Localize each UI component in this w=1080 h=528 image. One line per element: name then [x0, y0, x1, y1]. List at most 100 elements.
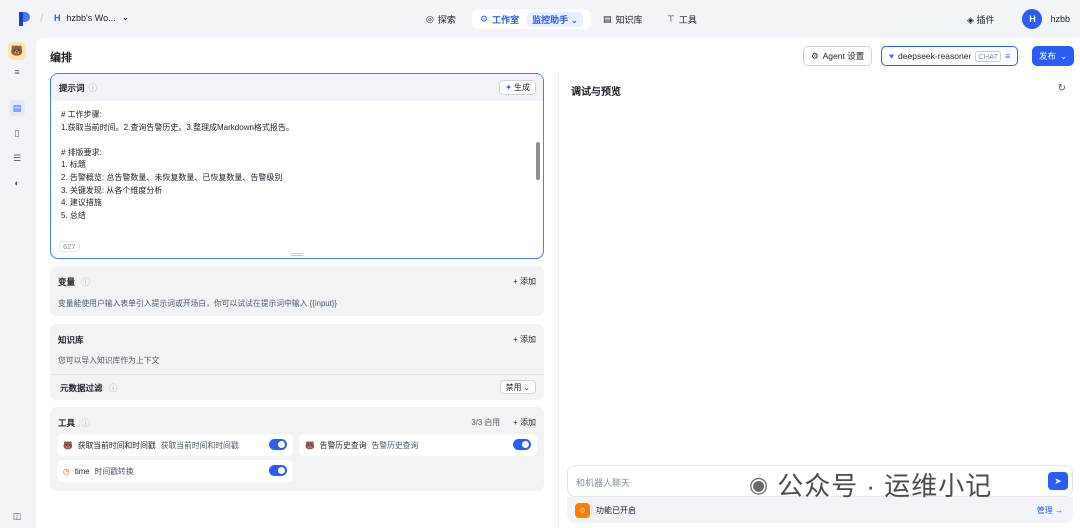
chevron-down-icon: ⌄	[121, 12, 130, 22]
tool-card[interactable]: ◷ time 时间戳转换	[57, 460, 293, 482]
scrollbar[interactable]	[536, 142, 540, 180]
feature-icon: ☺	[575, 502, 590, 518]
workspace-name: hzbb's Wo...	[66, 12, 116, 23]
generate-button[interactable]: ✦ 生成	[499, 80, 536, 95]
prompt-line: 1. 标题	[61, 160, 86, 170]
knowledge-description: 您可以导入知识库作为上下文	[58, 356, 160, 365]
prompt-line: 2. 告警概览: 总告警数量、未恢复数量、已恢复数量、告警级别	[61, 172, 283, 182]
add-tool-button[interactable]: + 添加	[513, 417, 536, 428]
resize-handle[interactable]	[291, 253, 303, 256]
sparkle-icon: ✦	[505, 83, 512, 92]
metadata-filter-value: 禁用	[505, 382, 522, 392]
tool-desc: 获取当前时间和时间戳	[160, 440, 239, 450]
workspace-switcher[interactable]: H hzbb's Wo... ⌄	[54, 12, 129, 23]
debug-title: 调试与预览	[571, 87, 621, 98]
send-icon: ➤	[1054, 475, 1062, 486]
tool-toggle[interactable]	[269, 439, 287, 450]
orchestrate-icon[interactable]: ▤	[9, 100, 25, 116]
variables-title: 变量 ⓘ	[58, 276, 90, 288]
variables-section: 变量 ⓘ + 添加 变量能使用户输入表单引入提示词或开场白，你可以试试在提示词中…	[50, 266, 544, 316]
tool-name: 获取当前时间和时间戳	[77, 440, 156, 450]
tools-count: 3/3 启用	[471, 418, 500, 427]
left-rail: 🐻 ≡ ▤ ▯ ☰ ◐ ◫	[0, 38, 34, 528]
refresh-icon[interactable]: ↻	[1058, 83, 1066, 94]
hammer-icon: ⊤	[667, 13, 675, 24]
user-area: ◈ 插件 H hzbb	[967, 9, 1070, 29]
tool-card[interactable]: 🐻 告警历史查询 告警历史查询	[299, 434, 537, 456]
app-icon: 🐻	[8, 42, 26, 60]
current-app-name: 监控助手	[532, 14, 569, 25]
user-name[interactable]: hzbb	[1050, 14, 1070, 24]
nav-explore-label: 探索	[437, 14, 456, 25]
metadata-filter-select[interactable]: 禁用 ⌄	[499, 380, 536, 394]
nav-knowledge-label: 知识库	[615, 14, 643, 25]
settings-sliders-icon[interactable]: ≡	[9, 64, 25, 80]
prompt-line: 3. 关键发现: 从各个维度分析	[61, 185, 163, 195]
bear-icon: 🐻	[63, 440, 73, 450]
tool-toggle[interactable]	[513, 439, 531, 450]
compass-icon: ◎	[426, 13, 434, 24]
monitor-icon[interactable]: ◐	[9, 175, 25, 191]
agent-settings-label: Agent 设置	[822, 51, 865, 61]
info-icon: ⓘ	[88, 82, 98, 93]
nav-studio[interactable]: ⚙ 工作室 监控助手 ⌄	[472, 9, 592, 29]
debug-panel: 调试与预览 ↻ 和机器人聊天 ➤ ☺ 功能已开启 管理 → ◉ 公众号 · 运维…	[558, 73, 1080, 528]
whale-icon: ♥	[889, 51, 895, 61]
book-icon: ▤	[603, 13, 612, 24]
divider	[50, 374, 544, 375]
chat-placeholder: 和机器人聊天	[576, 478, 631, 488]
prompt-label: 提示词	[59, 82, 85, 93]
avatar[interactable]: H	[1022, 9, 1043, 29]
tool-desc: 时间戳转换	[94, 466, 134, 476]
model-selector[interactable]: ♥ deepseek-reasoner CHAT ≡	[881, 46, 1019, 66]
agent-settings-button[interactable]: ⚙ Agent 设置	[803, 46, 873, 66]
nav-knowledge[interactable]: ▤ 知识库	[603, 9, 643, 29]
tools-section: 工具 ⓘ 3/3 启用 + 添加 🐻 获取当前时间和时间戳 获取当前时间和时间戳…	[50, 407, 544, 491]
generate-label: 生成	[514, 83, 530, 92]
nav-tools-label: 工具	[678, 14, 697, 25]
sidebar-toggle-icon[interactable]: ◫	[9, 508, 25, 524]
metadata-filter-label: 元数据过滤	[60, 383, 103, 393]
logs-icon[interactable]: ☰	[9, 150, 25, 166]
top-bar: / H hzbb's Wo... ⌄ ◎ 探索 ⚙ 工作室 监控助手 ⌄ ▤ 知…	[0, 0, 1080, 38]
knowledge-section: 知识库 + 添加 您可以导入知识库作为上下文 元数据过滤 ⓘ 禁用 ⌄	[50, 324, 544, 400]
info-icon: ⓘ	[108, 383, 118, 393]
prompt-editor[interactable]: 提示词 ⓘ ✦ 生成 # 工作步骤: 1.获取当前时间。2.查询告警历史。3.整…	[50, 73, 544, 259]
metadata-filter-title: 元数据过滤 ⓘ	[60, 382, 117, 394]
workspace-initial: H	[54, 12, 61, 23]
publish-button[interactable]: 发布 ⌄	[1032, 46, 1075, 66]
terminal-icon[interactable]: ▯	[9, 125, 25, 141]
prompt-line: 4. 建议措施	[61, 198, 102, 208]
tool-desc: 告警历史查询	[371, 440, 419, 450]
current-app-pill[interactable]: 监控助手 ⌄	[527, 11, 584, 27]
prompt-line: 1.获取当前时间。2.查询告警历史。3.整理成Markdown格式报告。	[61, 122, 294, 132]
prompt-line: # 排版要求:	[61, 147, 102, 157]
watermark-text: 公众号 · 运维小记	[777, 471, 993, 501]
manage-link[interactable]: 管理 →	[1037, 505, 1063, 516]
nav-tools[interactable]: ⊤ 工具	[667, 9, 697, 29]
nav-studio-label: 工作室	[492, 14, 520, 25]
prompt-line: # 工作步骤:	[61, 110, 102, 119]
robot-icon: ⚙	[480, 13, 489, 24]
prompt-line	[61, 134, 533, 147]
gear-icon: ⚙	[811, 50, 819, 61]
tools-label: 工具	[58, 418, 76, 428]
knowledge-title: 知识库	[58, 335, 84, 345]
tool-name: 告警历史查询	[319, 440, 367, 450]
clock-icon: ◷	[63, 466, 70, 476]
tool-toggle[interactable]	[269, 465, 287, 476]
main-panel: 编排 ⚙ Agent 设置 ♥ deepseek-reasoner CHAT ≡…	[36, 38, 1080, 528]
add-variable-button[interactable]: + 添加	[513, 276, 536, 287]
plugins-button[interactable]: ◈ 插件	[967, 13, 994, 26]
model-name: deepseek-reasoner	[898, 51, 972, 61]
tool-card[interactable]: 🐻 获取当前时间和时间戳 获取当前时间和时间戳	[57, 434, 293, 456]
prompt-header: 提示词 ⓘ ✦ 生成	[51, 74, 543, 101]
info-icon: ⓘ	[81, 418, 90, 428]
prompt-text[interactable]: # 工作步骤: 1.获取当前时间。2.查询告警历史。3.整理成Markdown格…	[51, 101, 543, 222]
send-button[interactable]: ➤	[1048, 472, 1068, 490]
separator: /	[40, 11, 44, 25]
add-knowledge-button[interactable]: + 添加	[513, 334, 536, 345]
dify-logo[interactable]	[18, 11, 30, 27]
variables-description: 变量能使用户输入表单引入提示词或开场白，你可以试试在提示词中输入 {{input…	[58, 299, 337, 308]
nav-explore[interactable]: ◎ 探索	[426, 9, 456, 29]
